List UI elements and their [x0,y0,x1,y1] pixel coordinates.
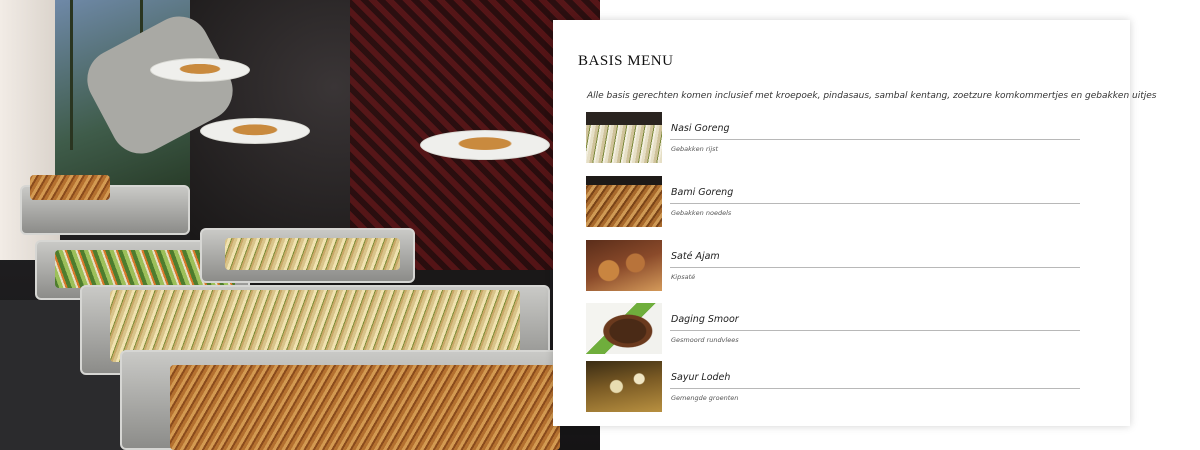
dish-divider [670,330,1080,331]
dish-name: Saté Ajam [671,251,720,262]
photo-food [30,175,110,200]
dish-name: Sayur Lodeh [671,372,731,383]
dish-description: Gebakken noedels [671,209,732,217]
dish-description: Gemengde groenten [671,394,739,402]
dish-name: Bami Goreng [671,187,734,198]
photo-plate [150,58,250,82]
menu-intro: Alle basis gerechten komen inclusief met… [587,91,1157,101]
dish-item: Bami Goreng Gebakken noedels [586,176,1080,228]
dish-photo [586,361,662,412]
menu-card: BASIS MENU Alle basis gerechten komen in… [553,20,1156,426]
dish-description: Gesmoord rundvlees [671,336,739,344]
photo-plate [420,130,550,160]
dish-divider [670,139,1080,140]
dish-item: Nasi Goreng Gebakken rijst [586,112,1080,164]
dish-description: Gebakken rijst [671,145,719,153]
buffet-photo [0,0,600,450]
dish-photo [586,176,662,227]
dish-name: Daging Smoor [671,314,739,325]
dish-divider [670,267,1080,268]
dish-item: Sayur Lodeh Gemengde groenten [586,361,1080,413]
dish-photo [586,303,662,354]
menu-title: BASIS MENU [578,53,674,69]
dish-photo [586,112,662,163]
dish-description: Kipsaté [671,273,696,281]
photo-plate [200,118,310,144]
dish-item: Daging Smoor Gesmoord rundvlees [586,303,1080,355]
photo-palm [70,0,73,150]
photo-food [170,365,560,450]
dish-divider [670,203,1080,204]
photo-food [225,238,400,270]
dish-name: Nasi Goreng [671,123,730,134]
dish-item: Saté Ajam Kipsaté [586,240,1080,292]
dish-photo [586,240,662,291]
dish-divider [670,388,1080,389]
